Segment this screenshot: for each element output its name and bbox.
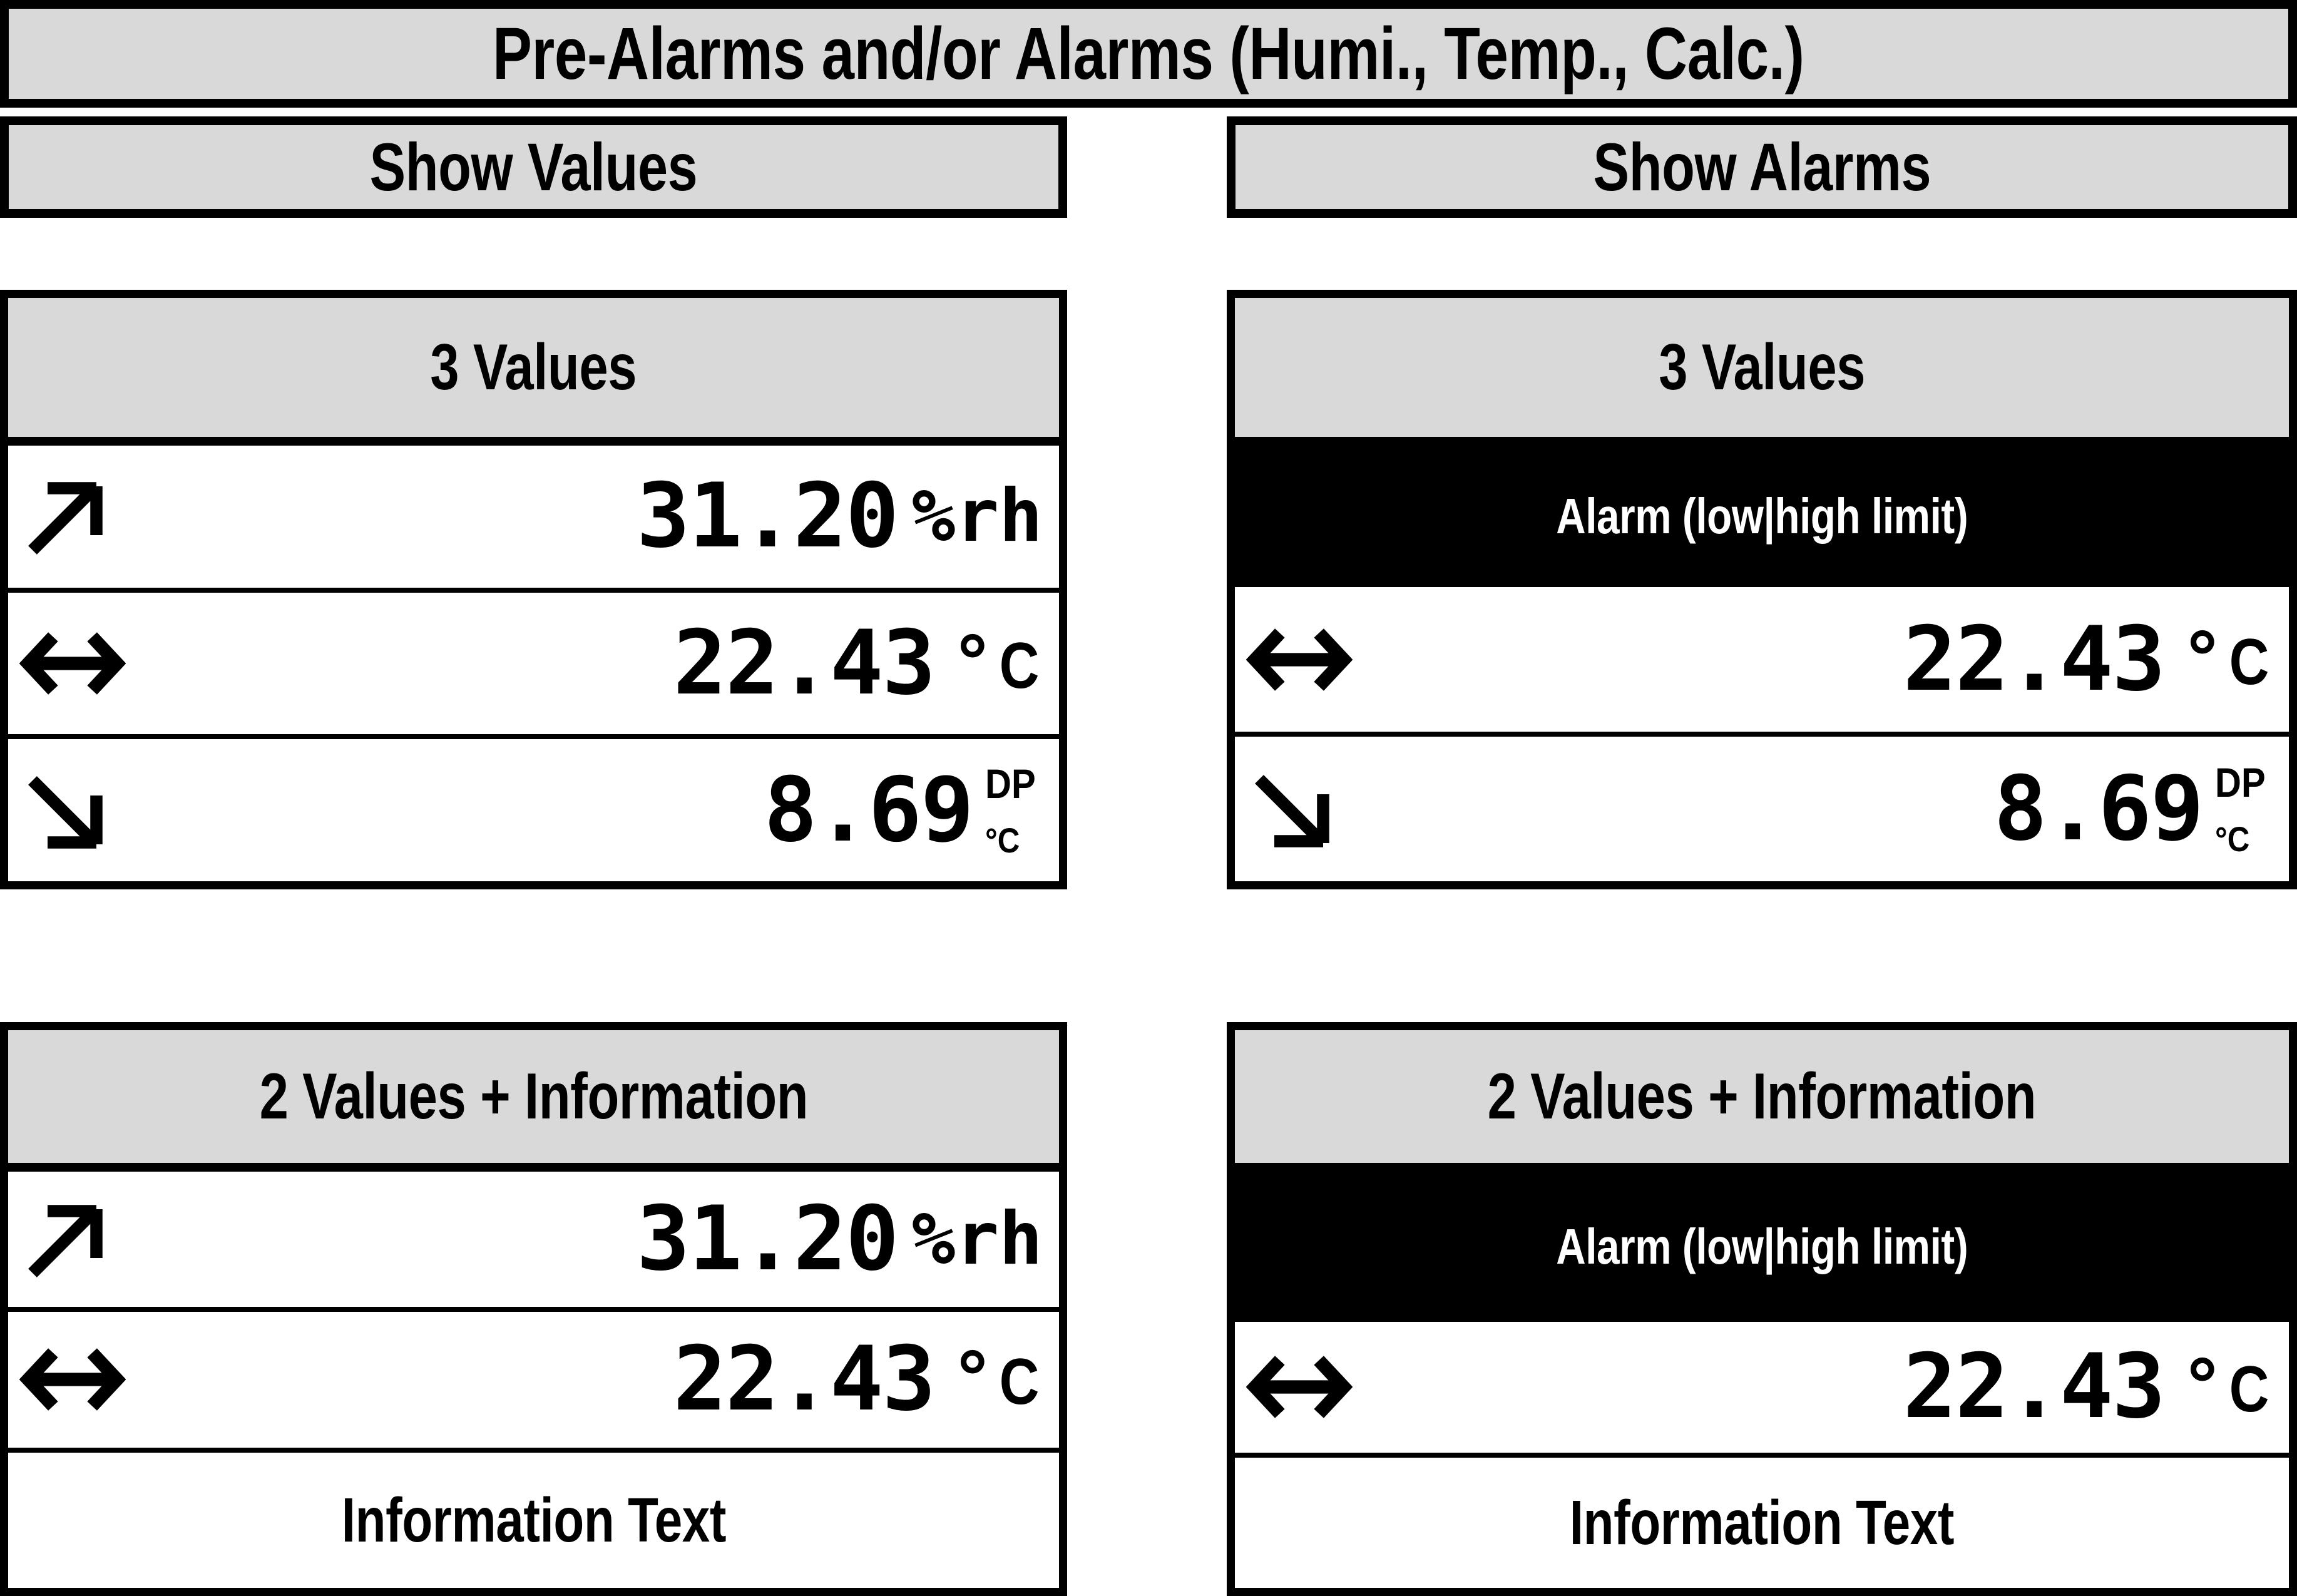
degree-symbol: ° xyxy=(951,621,995,705)
unit-letter: C xyxy=(2229,625,2269,698)
display-modes-overview: Pre-Alarms and/or Alarms (Humi., Temp., … xyxy=(0,0,2297,1596)
unit-letter: C xyxy=(2229,1353,2269,1426)
value-unit: ° C xyxy=(951,627,1043,700)
panel-show-values-2-values-info: 2 Values + Information 31.20 %rh 22.43 °… xyxy=(0,1022,1067,1596)
information-row: Information Text xyxy=(1235,1452,2289,1588)
degree-symbol: ° xyxy=(951,1337,995,1422)
arrow-down-right-icon xyxy=(1235,762,1366,856)
panel-show-alarms-2-values-info: 2 Values + Information Alarm (low|high l… xyxy=(1227,1022,2297,1596)
value-number: 22.43 xyxy=(1903,1335,2166,1439)
arrow-left-right-icon xyxy=(8,1333,140,1426)
unit-letter: C xyxy=(999,630,1040,702)
value-unit: DP °C xyxy=(2215,762,2273,857)
information-text: Information Text xyxy=(341,1485,726,1555)
value-body: 31.20 %rh xyxy=(140,472,1059,561)
alarm-banner: Alarm (low|high limit) xyxy=(1235,1172,2289,1322)
column-header-show-alarms: Show Alarms xyxy=(1227,116,2297,218)
value-body: 31.20 %rh xyxy=(140,1195,1059,1284)
page-title-bar: Pre-Alarms and/or Alarms (Humi., Temp., … xyxy=(0,0,2297,108)
value-number: 22.43 xyxy=(673,1327,936,1431)
value-row: 8.69 DP °C xyxy=(8,734,1059,881)
value-body: 8.69 DP °C xyxy=(1366,762,2289,857)
panel-title-bar: 3 Values xyxy=(8,298,1059,446)
value-unit: ° C xyxy=(951,1343,1043,1416)
value-row: 22.43 ° C xyxy=(1235,1322,2289,1453)
value-number: 31.20 xyxy=(637,1187,899,1291)
value-row: 31.20 %rh xyxy=(8,1172,1059,1307)
value-unit: ° C xyxy=(2181,1351,2273,1423)
value-number: 8.69 xyxy=(1993,757,2204,861)
value-unit: %rh xyxy=(911,474,1043,559)
arrow-up-right-icon xyxy=(8,1192,140,1286)
information-text: Information Text xyxy=(1569,1487,1955,1558)
page-title: Pre-Alarms and/or Alarms (Humi., Temp., … xyxy=(493,13,1804,95)
column-header-show-alarms-label: Show Alarms xyxy=(1593,129,1931,205)
arrow-up-right-icon xyxy=(8,469,140,563)
column-header-show-values: Show Values xyxy=(0,116,1067,218)
value-number: 22.43 xyxy=(673,611,936,715)
value-number: 22.43 xyxy=(1903,607,2166,711)
panel-title: 3 Values xyxy=(430,331,637,404)
unit-dewpoint-label: DP xyxy=(985,760,1036,807)
value-unit: %rh xyxy=(911,1197,1043,1282)
panel-title-bar: 2 Values + Information xyxy=(1235,1030,2289,1172)
arrow-down-right-icon xyxy=(8,764,140,857)
panel-title: 2 Values + Information xyxy=(259,1060,808,1133)
panel-title: 2 Values + Information xyxy=(1487,1060,2037,1133)
value-number: 8.69 xyxy=(764,758,974,862)
unit-celsius-label: °C xyxy=(985,820,1020,860)
panel-show-values-3-values: 3 Values 31.20 %rh 22.43 ° C 8.69 DP °C xyxy=(0,290,1067,889)
value-row: 8.69 DP °C xyxy=(1235,732,2289,881)
column-header-show-values-label: Show Values xyxy=(369,129,698,205)
panel-title-bar: 3 Values xyxy=(1235,298,2289,446)
alarm-banner-label: Alarm (low|high limit) xyxy=(1555,1219,1968,1274)
degree-symbol: ° xyxy=(2181,616,2224,702)
value-body: 22.43 ° C xyxy=(1366,1343,2289,1431)
unit-dewpoint-label: DP xyxy=(2215,759,2266,806)
unit-letter: C xyxy=(999,1346,1040,1419)
arrow-left-right-icon xyxy=(1235,613,1366,707)
value-row: 22.43 ° C xyxy=(1235,587,2289,732)
value-body: 8.69 DP °C xyxy=(140,763,1059,858)
value-body: 22.43 ° C xyxy=(140,1335,1059,1424)
value-number: 31.20 xyxy=(637,464,899,568)
value-row: 31.20 %rh xyxy=(8,446,1059,588)
information-row: Information Text xyxy=(8,1447,1059,1588)
degree-symbol: ° xyxy=(2181,1344,2224,1430)
alarm-banner: Alarm (low|high limit) xyxy=(1235,446,2289,587)
panel-title-bar: 2 Values + Information xyxy=(8,1030,1059,1172)
arrow-left-right-icon xyxy=(1235,1340,1366,1434)
unit-celsius-label: °C xyxy=(2215,819,2250,859)
panel-show-alarms-3-values: 3 Values Alarm (low|high limit) 22.43 ° xyxy=(1227,290,2297,889)
value-row: 22.43 ° C xyxy=(8,587,1059,735)
value-unit: ° C xyxy=(2181,623,2273,696)
value-body: 22.43 ° C xyxy=(1366,615,2289,704)
arrow-left-right-icon xyxy=(8,616,140,710)
value-row: 22.43 ° C xyxy=(8,1307,1059,1448)
alarm-banner-label: Alarm (low|high limit) xyxy=(1555,488,1968,544)
value-body: 22.43 ° C xyxy=(140,619,1059,708)
value-unit: DP °C xyxy=(985,763,1043,858)
panel-title: 3 Values xyxy=(1659,331,1865,404)
